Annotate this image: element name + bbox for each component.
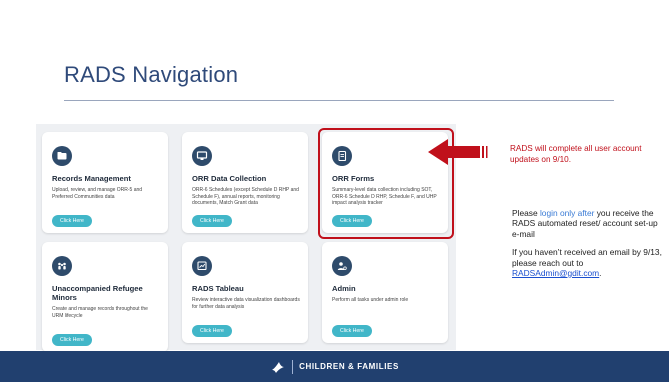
account-update-callout: RADS will complete all user account upda… xyxy=(510,144,642,164)
instruction-text: . xyxy=(599,268,602,279)
footer-bar: CHILDREN & FAMILIES xyxy=(0,351,669,382)
card-title: Unaccompanied Refugee Minors xyxy=(52,284,143,302)
red-arrow-icon xyxy=(428,139,488,165)
card-title: Records Management xyxy=(52,174,131,183)
instruction-text: If you haven’t received an email by 9/13… xyxy=(512,247,662,268)
acf-logo: CHILDREN & FAMILIES xyxy=(270,359,399,375)
click-here-button[interactable]: Click Here xyxy=(52,334,92,346)
folder-icon xyxy=(52,146,72,166)
chart-icon xyxy=(192,256,212,276)
people-icon xyxy=(52,256,72,276)
card-title: RADS Tableau xyxy=(192,284,244,293)
click-here-button[interactable]: Click Here xyxy=(192,325,232,337)
slide-title: RADS Navigation xyxy=(64,62,239,87)
card-title: Admin xyxy=(332,284,356,293)
card-records-management: Records Management Upload, review, and m… xyxy=(42,132,168,233)
slide: RADS Navigation Records Management Uploa… xyxy=(0,0,669,382)
card-description: Perform all tasks under admin role xyxy=(332,297,409,303)
login-instructions: Please login only after you receive the … xyxy=(512,208,664,286)
login-only-after-highlight: login only after xyxy=(539,208,595,218)
click-here-button[interactable]: Click Here xyxy=(192,215,232,227)
footer-brand: CHILDREN & FAMILIES xyxy=(299,362,399,371)
instruction-text: Please xyxy=(512,208,540,218)
card-description: Upload, review, and manage ORR-5 and Pre… xyxy=(52,187,143,200)
logo-divider xyxy=(292,359,294,374)
admin-email-link[interactable]: RADSAdmin@gdit.com xyxy=(512,268,599,278)
hhs-eagle-icon xyxy=(272,361,285,373)
card-orr-data-collection: ORR Data Collection ORR-6 Schedules (exc… xyxy=(182,132,308,233)
instruction-paragraph-2: If you haven’t received an email by 9/13… xyxy=(512,247,664,278)
monitor-icon xyxy=(192,146,212,166)
click-here-button[interactable]: Click Here xyxy=(332,325,372,337)
card-description: Review interactive data visualization da… xyxy=(192,297,300,310)
card-unaccompanied-refugee-minors: Unaccompanied Refugee Minors Create and … xyxy=(42,242,168,352)
card-description: Create and manage records throughout the… xyxy=(52,306,148,319)
instruction-paragraph-1: Please login only after you receive the … xyxy=(512,208,664,239)
card-title: ORR Data Collection xyxy=(192,174,267,183)
card-description: ORR-6 Schedules (except Schedule D RHP a… xyxy=(192,187,299,206)
card-rads-tableau: RADS Tableau Review interactive data vis… xyxy=(182,242,308,343)
card-admin: Admin Perform all tasks under admin role… xyxy=(322,242,448,343)
admin-icon xyxy=(332,256,352,276)
click-here-button[interactable]: Click Here xyxy=(52,215,92,227)
title-divider xyxy=(64,100,614,101)
